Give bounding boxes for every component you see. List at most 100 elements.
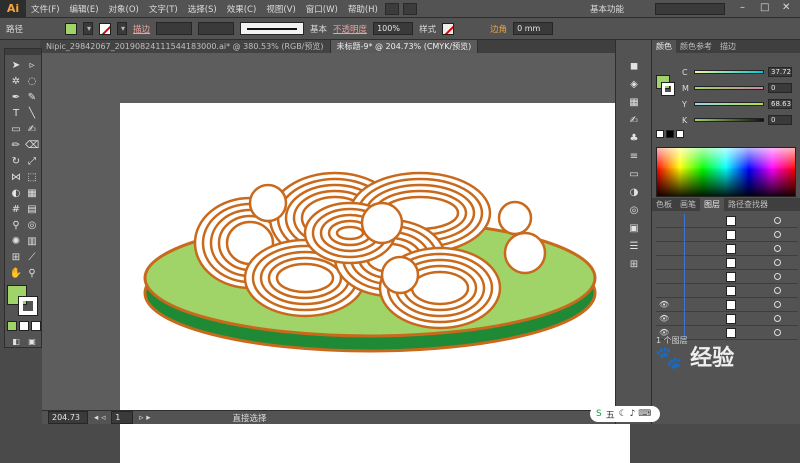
layer-row[interactable]: 👁 bbox=[656, 298, 798, 312]
stroke-weight-field[interactable] bbox=[156, 22, 193, 35]
meatball[interactable] bbox=[503, 231, 547, 275]
menu-view[interactable]: 视图(V) bbox=[261, 3, 300, 15]
artboard[interactable] bbox=[120, 103, 630, 463]
tab-layers[interactable]: 图层 bbox=[700, 198, 724, 211]
zoom-tool-icon[interactable]: ⚲ bbox=[25, 267, 39, 281]
minimize-icon[interactable]: – bbox=[740, 2, 745, 13]
pencil-icon[interactable]: ✏ bbox=[9, 139, 23, 153]
artboard-tool-icon[interactable]: ⊞ bbox=[9, 251, 23, 265]
color-guide-icon[interactable]: ◈ bbox=[627, 78, 641, 92]
close-icon[interactable]: ✕ bbox=[782, 2, 790, 13]
cyan-value[interactable]: 37.72 bbox=[768, 67, 792, 77]
visibility-eye-icon[interactable]: 👁 bbox=[659, 300, 669, 309]
workspace-switcher[interactable]: 基本功能 bbox=[590, 3, 624, 15]
opacity-field[interactable]: 100% bbox=[373, 22, 414, 35]
layer-row[interactable] bbox=[656, 270, 798, 284]
color-panel-icon[interactable]: ◼ bbox=[627, 60, 641, 74]
opacity-label[interactable]: 不透明度 bbox=[333, 23, 367, 35]
magic-wand-icon[interactable]: ✲ bbox=[9, 75, 23, 89]
corner-field[interactable]: 0 mm bbox=[513, 22, 554, 35]
layer-target-icon[interactable] bbox=[774, 287, 781, 294]
black-swatch[interactable] bbox=[666, 130, 674, 138]
draw-mode-icon[interactable]: ◧ bbox=[9, 335, 23, 349]
magenta-value[interactable]: 0 bbox=[768, 83, 792, 93]
magenta-track[interactable] bbox=[694, 86, 764, 90]
symbol-sprayer-icon[interactable]: ✺ bbox=[9, 235, 23, 249]
paintbrush-icon[interactable]: ✍ bbox=[25, 123, 39, 137]
graphic-style-swatch[interactable] bbox=[442, 22, 455, 35]
transparency-icon[interactable]: ◑ bbox=[627, 186, 641, 200]
layers-panel-icon[interactable]: ☰ bbox=[627, 240, 641, 254]
stroke-dropdown[interactable]: ▾ bbox=[117, 22, 128, 35]
layer-target-icon[interactable] bbox=[774, 329, 781, 336]
layer-row[interactable] bbox=[656, 256, 798, 270]
meatball[interactable] bbox=[380, 255, 420, 295]
magenta-slider[interactable]: M 0 bbox=[682, 83, 798, 93]
brush-definition-preview[interactable] bbox=[240, 22, 305, 35]
layer-row[interactable] bbox=[656, 284, 798, 298]
artboard-nav-next-icon[interactable]: ▹ ▸ bbox=[139, 413, 150, 423]
curvature-tool-icon[interactable]: ✎ bbox=[25, 91, 39, 105]
symbols-icon[interactable]: ♣ bbox=[627, 132, 641, 146]
yellow-slider[interactable]: Y 68.63 bbox=[682, 99, 798, 109]
width-tool-icon[interactable]: ⋈ bbox=[9, 171, 23, 185]
ime-toolbar[interactable]: S 五 ☾ ♪ ⌨ bbox=[590, 406, 660, 422]
scale-tool-icon[interactable]: ⤢ bbox=[25, 155, 39, 169]
screen-mode-icon[interactable]: ▣ bbox=[25, 335, 39, 349]
meatball[interactable] bbox=[248, 183, 288, 223]
stroke-color-box[interactable] bbox=[18, 296, 38, 316]
swatches-icon[interactable]: ▦ bbox=[627, 96, 641, 110]
direct-selection-tool-icon[interactable]: ▹ bbox=[25, 59, 39, 73]
hand-tool-icon[interactable]: ✋ bbox=[9, 267, 23, 281]
black-value[interactable]: 0 bbox=[768, 115, 792, 125]
layer-target-icon[interactable] bbox=[774, 245, 781, 252]
selection-tool-icon[interactable]: ➤ bbox=[9, 59, 23, 73]
blend-tool-icon[interactable]: ◎ bbox=[25, 219, 39, 233]
layer-row[interactable] bbox=[656, 242, 798, 256]
tab-stroke[interactable]: 描边 bbox=[716, 40, 740, 53]
yellow-track[interactable] bbox=[694, 102, 764, 106]
menu-object[interactable]: 对象(O) bbox=[104, 3, 144, 15]
arrange-documents-button[interactable] bbox=[402, 2, 417, 15]
tab-document-2[interactable]: 未标题-9* @ 204.73% (CMYK/预览) bbox=[330, 40, 479, 53]
page-field[interactable]: 1 bbox=[111, 411, 134, 424]
gradient-tool-icon[interactable]: ▤ bbox=[25, 203, 39, 217]
meatball[interactable] bbox=[360, 201, 404, 245]
slice-tool-icon[interactable]: ⟋ bbox=[25, 251, 39, 265]
stroke-swatch[interactable] bbox=[99, 22, 112, 35]
menu-effect[interactable]: 效果(C) bbox=[222, 3, 262, 15]
black-track[interactable] bbox=[694, 118, 764, 122]
layer-target-icon[interactable] bbox=[774, 259, 781, 266]
layer-row[interactable] bbox=[656, 214, 798, 228]
fill-swatch[interactable] bbox=[65, 22, 78, 35]
white-swatch[interactable] bbox=[676, 130, 684, 138]
yellow-value[interactable]: 68.63 bbox=[768, 99, 792, 109]
type-tool-icon[interactable]: T bbox=[9, 107, 23, 121]
visibility-eye-icon[interactable]: 👁 bbox=[659, 314, 669, 323]
menu-file[interactable]: 文件(F) bbox=[26, 3, 65, 15]
panel-stroke-swatch[interactable] bbox=[661, 82, 675, 96]
corner-label[interactable]: 边角 bbox=[490, 23, 507, 35]
cyan-track[interactable] bbox=[694, 70, 764, 74]
tab-color[interactable]: 颜色 bbox=[652, 40, 676, 53]
tab-color-guide[interactable]: 颜色参考 bbox=[676, 40, 716, 53]
tab-document-1[interactable]: Nipic_29842067_20190824111544183000.ai* … bbox=[40, 40, 331, 53]
layer-row[interactable]: 👁 bbox=[656, 312, 798, 326]
eraser-icon[interactable]: ⌫ bbox=[25, 139, 39, 153]
tab-swatches[interactable]: 色板 bbox=[652, 198, 676, 211]
free-transform-icon[interactable]: ⬚ bbox=[25, 171, 39, 185]
gradient-mode-button[interactable] bbox=[19, 321, 29, 331]
menu-type[interactable]: 文字(T) bbox=[144, 3, 183, 15]
mesh-tool-icon[interactable]: # bbox=[9, 203, 23, 217]
toolbar-grip[interactable] bbox=[5, 49, 41, 55]
color-mode-button[interactable] bbox=[7, 321, 17, 331]
bridge-button[interactable] bbox=[384, 2, 399, 15]
zoom-field[interactable]: 204.73 bbox=[48, 411, 88, 424]
black-slider[interactable]: K 0 bbox=[682, 115, 798, 125]
brushes-icon[interactable]: ✍ bbox=[627, 114, 641, 128]
canvas-area[interactable] bbox=[42, 53, 630, 463]
variable-width-dropdown[interactable] bbox=[198, 22, 235, 35]
layer-target-icon[interactable] bbox=[774, 217, 781, 224]
layer-target-icon[interactable] bbox=[774, 301, 781, 308]
line-tool-icon[interactable]: ╲ bbox=[25, 107, 39, 121]
